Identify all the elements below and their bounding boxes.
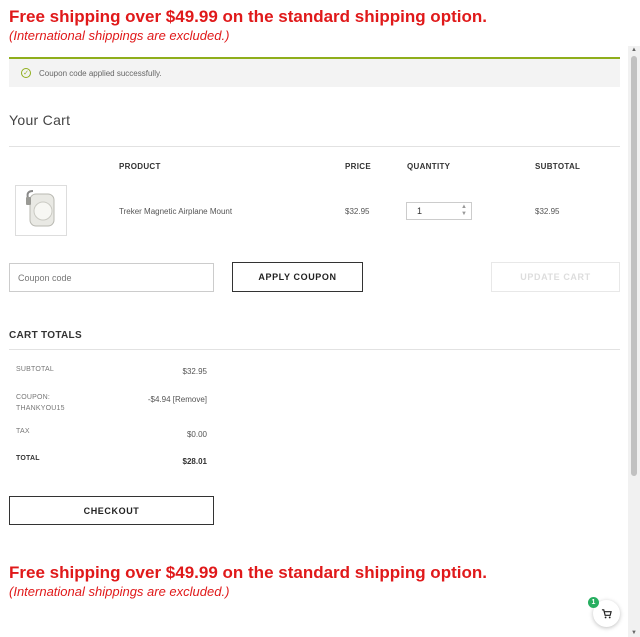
coupon-code-input[interactable]: [9, 263, 214, 292]
floating-cart-button[interactable]: 1: [588, 597, 620, 627]
scrollbar-thumb[interactable]: [631, 56, 637, 476]
subtotal-label: SUBTOTAL: [16, 366, 54, 373]
product-price: $32.95: [345, 207, 370, 216]
quantity-value: 1: [417, 206, 423, 216]
column-header-quantity: QUANTITY: [407, 162, 451, 171]
notice-message: Coupon code applied successfully.: [39, 68, 162, 78]
promo-subtitle: (International shippings are excluded.): [9, 28, 230, 43]
check-circle-icon: ✓: [21, 68, 31, 78]
page-title: Your Cart: [9, 112, 71, 128]
product-name-link[interactable]: Treker Magnetic Airplane Mount: [119, 207, 232, 216]
total-label: TOTAL: [16, 455, 40, 462]
scrollbar[interactable]: ▲ ▼: [628, 46, 640, 637]
coupon-discount: -$4.94 [Remove]: [148, 395, 207, 404]
column-header-product: PRODUCT: [119, 162, 161, 171]
scroll-down-icon[interactable]: ▼: [628, 630, 640, 636]
tax-label: TAX: [16, 428, 30, 435]
cart-count-badge: 1: [588, 597, 599, 608]
product-thumbnail[interactable]: [15, 185, 67, 236]
subtotal-value: $32.95: [182, 367, 207, 376]
column-header-price: PRICE: [345, 162, 371, 171]
coupon-label-line1: COUPON:: [16, 394, 51, 401]
update-cart-button[interactable]: UPDATE CART: [491, 262, 620, 292]
spinner-arrows-icon[interactable]: ▲ ▼: [461, 204, 467, 218]
remove-coupon-link[interactable]: [Remove]: [173, 395, 207, 404]
shopping-cart-icon: [601, 609, 612, 619]
promo-title: Free shipping over $49.99 on the standar…: [9, 7, 487, 26]
coupon-label: COUPON: THANKYOU15: [16, 392, 65, 414]
column-header-subtotal: SUBTOTAL: [535, 162, 581, 171]
tax-value: $0.00: [186, 430, 207, 439]
coupon-code-label: THANKYOU15: [16, 405, 65, 412]
checkout-button[interactable]: CHECKOUT: [9, 496, 214, 525]
promo-title-footer: Free shipping over $49.99 on the standar…: [9, 563, 487, 582]
divider: [9, 349, 620, 350]
divider: [9, 146, 620, 147]
coupon-notice: ✓ Coupon code applied successfully.: [9, 57, 620, 87]
scroll-up-icon[interactable]: ▲: [628, 47, 640, 53]
coupon-discount-value: -$4.94: [147, 395, 171, 404]
apply-coupon-button[interactable]: APPLY COUPON: [232, 262, 363, 292]
product-subtotal: $32.95: [535, 207, 560, 216]
promo-subtitle-footer: (International shippings are excluded.): [9, 584, 230, 599]
total-value: $28.01: [182, 457, 207, 466]
cart-totals-title: CART TOTALS: [9, 330, 82, 341]
cart-page: Free shipping over $49.99 on the standar…: [0, 0, 628, 637]
quantity-stepper[interactable]: 1 ▲ ▼: [406, 202, 472, 220]
